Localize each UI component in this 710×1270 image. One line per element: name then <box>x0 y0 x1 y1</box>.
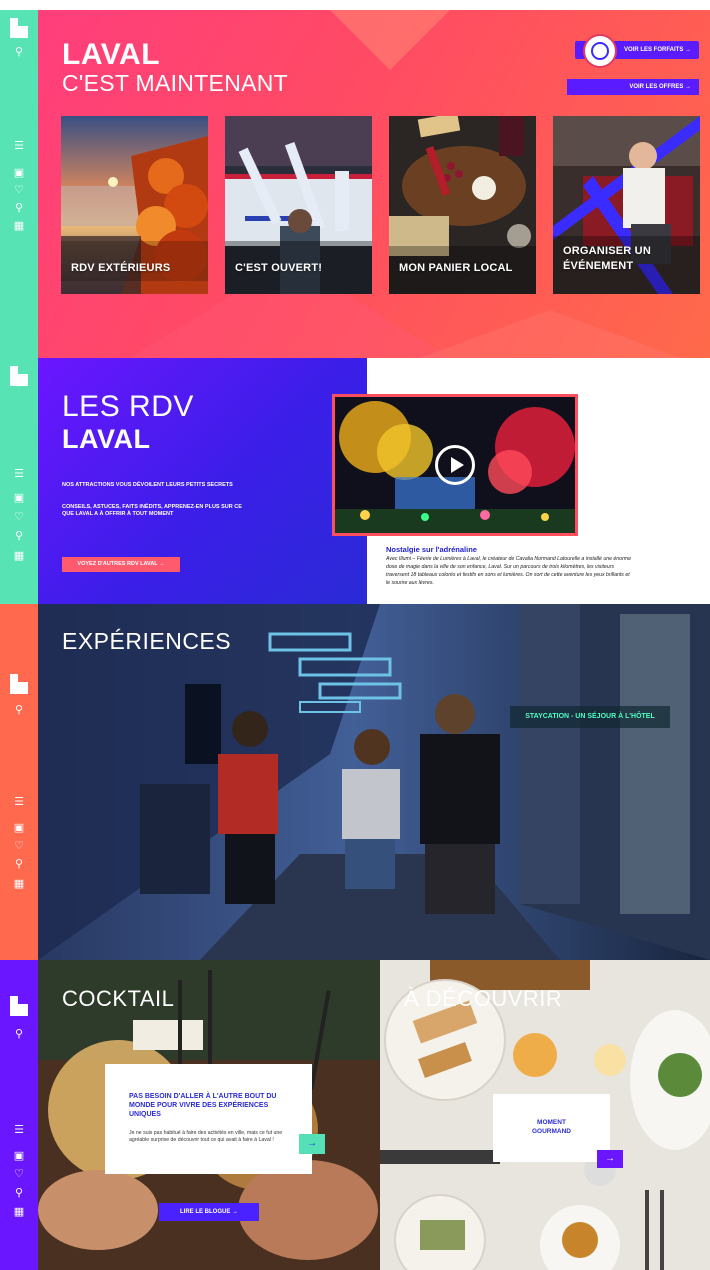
location-pin-icon[interactable]: ⚲ <box>13 858 25 870</box>
badge-seal-icon <box>583 34 617 68</box>
menu-icon[interactable]: ☰ <box>13 468 25 480</box>
search-icon[interactable]: ⚲ <box>13 376 25 388</box>
card-cest-ouvert[interactable]: C'EST OUVERT! <box>225 116 372 294</box>
location-pin-icon[interactable]: ⚲ <box>13 202 25 214</box>
car-icon[interactable]: ▣ <box>13 822 25 834</box>
search-icon[interactable]: ⚲ <box>13 46 25 58</box>
card-label: ORGANISER UN ÉVÉNEMENT <box>563 244 651 274</box>
lire-blogue-button[interactable]: LIRE LE BLOGUE → <box>159 1203 259 1221</box>
rdv-title: LES RDV <box>62 390 194 423</box>
decorative-triangle <box>420 310 680 358</box>
card-label: MON PANIER LOCAL <box>399 262 513 274</box>
search-icon[interactable]: ⚲ <box>13 704 25 716</box>
location-pin-icon[interactable]: ⚲ <box>13 530 25 542</box>
experiences-section: ⚲ ☰ ▣ ♡ ⚲ ▦ EXPÉRIENCES STAYCATION - UN … <box>0 604 710 960</box>
location-pin-icon[interactable]: ⚲ <box>13 1187 25 1199</box>
card-label-line: MOMENT <box>537 1119 566 1126</box>
play-icon[interactable] <box>435 445 475 485</box>
decouvrir-title: À DÉCOUVRIR <box>404 986 563 1011</box>
cocktail-decouvrir-section: ⚲ ☰ ▣ ♡ ⚲ ▦ COCKTAIL À DÉCOUVRIR PAS BES… <box>0 960 710 1270</box>
rdv-intro: NOS ATTRACTIONS VOUS DÉVOILENT LEURS PET… <box>62 482 233 488</box>
rdv-section: ⚲ ☰ ▣ ♡ ⚲ ▦ LES RDV LAVAL NOS ATTRACTION… <box>0 358 710 604</box>
menu-icon[interactable]: ☰ <box>13 1124 25 1136</box>
voir-offres-button[interactable]: VOIR LES OFFRES → <box>567 79 699 95</box>
staycation-link[interactable]: STAYCATION - UN SÉJOUR À L'HÔTEL <box>510 706 670 728</box>
card-label-line: GOURMAND <box>532 1128 571 1135</box>
cocktail-card-heading: PAS BESOIN D'ALLER À L'AUTRE BOUT DU MON… <box>129 1093 277 1118</box>
side-rail: ⚲ ☰ ▣ ♡ ⚲ ▦ <box>0 604 38 960</box>
article-title[interactable]: Nostalgie sur l'adrénaline <box>386 545 477 554</box>
moment-gourmand-card[interactable]: MOMENT GOURMAND <box>493 1094 610 1162</box>
card-label-line: ORGANISER UN <box>563 245 651 257</box>
experiences-title: EXPÉRIENCES <box>62 628 232 654</box>
hotel-corridor-image <box>0 604 710 960</box>
heart-icon[interactable]: ♡ <box>13 184 25 196</box>
card-label: C'EST OUVERT! <box>235 262 323 274</box>
calendar-icon[interactable]: ▦ <box>13 878 25 890</box>
hero-section: ⚲ ☰ ▣ ♡ ⚲ ▦ LAVAL C'EST MAINTENANT VOIR … <box>0 10 710 358</box>
car-icon[interactable]: ▣ <box>13 167 25 179</box>
menu-icon[interactable]: ☰ <box>13 140 25 152</box>
logo-icon[interactable] <box>10 674 28 694</box>
calendar-icon[interactable]: ▦ <box>13 550 25 562</box>
decorative-triangle <box>330 10 450 70</box>
video-player[interactable] <box>332 394 578 536</box>
heart-icon[interactable]: ♡ <box>13 511 25 523</box>
card-rdv-exterieurs[interactable]: RDV EXTÉRIEURS <box>61 116 208 294</box>
arrow-right-icon[interactable]: → <box>299 1134 325 1154</box>
cocktail-title: COCKTAIL <box>62 986 175 1011</box>
voyez-autres-rdv-button[interactable]: VOYEZ D'AUTRES RDV LAVAL → <box>62 557 180 572</box>
heart-icon[interactable]: ♡ <box>13 840 25 852</box>
logo-icon[interactable] <box>10 996 28 1016</box>
side-rail: ⚲ ☰ ▣ ♡ ⚲ ▦ <box>0 960 38 1270</box>
menu-icon[interactable]: ☰ <box>13 796 25 808</box>
hero-subtitle: C'EST MAINTENANT <box>62 70 289 96</box>
card-organiser-evenement[interactable]: ORGANISER UN ÉVÉNEMENT <box>553 116 700 294</box>
hero-title: LAVAL <box>62 38 161 71</box>
rdv-title-bold: LAVAL <box>62 424 151 454</box>
article-excerpt: Avec Illumi – Féerie de Lumières à Laval… <box>386 556 632 586</box>
side-rail: ⚲ ☰ ▣ ♡ ⚲ ▦ <box>0 10 38 358</box>
card-label: RDV EXTÉRIEURS <box>71 262 171 274</box>
car-icon[interactable]: ▣ <box>13 1150 25 1162</box>
search-icon[interactable]: ⚲ <box>13 1028 25 1040</box>
arrow-right-icon[interactable]: → <box>597 1150 623 1168</box>
cocktail-card[interactable]: PAS BESOIN D'ALLER À L'AUTRE BOUT DU MON… <box>105 1064 312 1174</box>
card-label-line: ÉVÉNEMENT <box>563 260 634 272</box>
rdv-intro-detail: CONSEILS, ASTUCES, FAITS INÉDITS, APPREN… <box>62 504 242 517</box>
heart-icon[interactable]: ♡ <box>13 1168 25 1180</box>
moment-gourmand-label: MOMENT GOURMAND <box>493 1118 610 1136</box>
cocktail-card-text: Je ne suis pas habitué à faire des activ… <box>129 1130 283 1143</box>
car-icon[interactable]: ▣ <box>13 492 25 504</box>
side-rail: ⚲ ☰ ▣ ♡ ⚲ ▦ <box>0 358 38 604</box>
calendar-icon[interactable]: ▦ <box>13 1206 25 1218</box>
card-mon-panier-local[interactable]: MON PANIER LOCAL <box>389 116 536 294</box>
logo-icon[interactable] <box>10 18 28 38</box>
calendar-icon[interactable]: ▦ <box>13 220 25 232</box>
